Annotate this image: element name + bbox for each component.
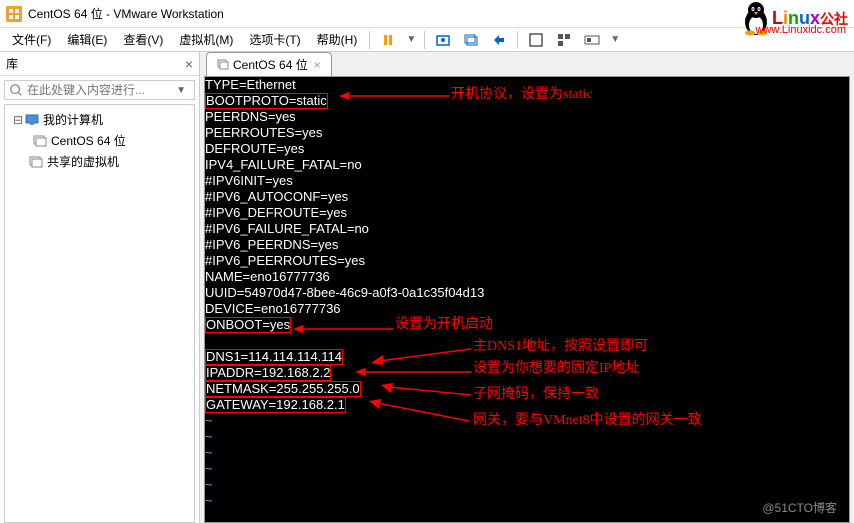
search-box[interactable]: ▼ [4, 80, 195, 100]
snapshot-button[interactable] [431, 30, 455, 50]
window-title: CentOS 64 位 - VMware Workstation [28, 5, 224, 22]
tree-root[interactable]: ⊟ 我的计算机 [9, 109, 190, 130]
tab-close-button[interactable]: × [314, 58, 321, 72]
watermark: @51CTO博客 [762, 500, 837, 516]
sidebar-close-button[interactable]: × [185, 56, 193, 72]
search-icon [9, 83, 23, 97]
titlebar: CentOS 64 位 - VMware Workstation [0, 0, 854, 28]
bootproto-highlight: BOOTPROTO=static [205, 93, 328, 109]
tree-collapse-icon[interactable]: ⊟ [13, 113, 25, 127]
menu-vm[interactable]: 虚拟机(M) [171, 29, 241, 50]
tree-vm-item[interactable]: CentOS 64 位 [9, 130, 190, 151]
library-tree: ⊟ 我的计算机 CentOS 64 位 共享的虚拟机 [4, 104, 195, 523]
tab-vm[interactable]: CentOS 64 位 × [206, 52, 332, 76]
menu-help[interactable]: 帮助(H) [309, 29, 366, 50]
terminal[interactable]: TYPE=Ethernet BOOTPROTO=static PEERDNS=y… [204, 76, 850, 523]
dns1-highlight: DNS1=114.114.114.114 [205, 349, 343, 365]
snapshot-manage-button[interactable] [459, 30, 483, 50]
revert-button[interactable] [487, 30, 511, 50]
menu-file[interactable]: 文件(F) [4, 29, 59, 50]
shared-icon [29, 155, 43, 169]
pause-button[interactable] [376, 30, 400, 50]
menu-view[interactable]: 查看(V) [115, 29, 171, 50]
sidebar: 库 × ▼ ⊟ 我的计算机 CentOS 64 位 共享的虚拟机 [0, 52, 200, 523]
search-input[interactable] [27, 83, 172, 97]
onboot-highlight: ONBOOT=yes [205, 317, 291, 333]
menu-tabs[interactable]: 选项卡(T) [241, 29, 308, 50]
logo-url: www.Linuxidc.com [756, 24, 846, 36]
sidebar-title: 库 [6, 55, 18, 72]
search-dropdown[interactable]: ▼ [172, 85, 190, 96]
content-area: CentOS 64 位 × TYPE=Ethernet BOOTPROTO=st… [200, 52, 854, 523]
fullscreen-button[interactable] [524, 30, 548, 50]
ipaddr-highlight: IPADDR=192.168.2.2 [205, 365, 331, 381]
power-dropdown[interactable]: ▼ [402, 34, 420, 45]
view-dropdown[interactable]: ▼ [606, 34, 624, 45]
gateway-highlight: GATEWAY=192.168.2.1 [205, 397, 346, 413]
tab-bar: CentOS 64 位 × [200, 52, 854, 76]
app-icon [6, 6, 22, 22]
unity-button[interactable] [552, 30, 576, 50]
computer-icon [25, 113, 39, 127]
vm-tab-icon [217, 59, 229, 71]
thumbnail-button[interactable] [580, 30, 604, 50]
netmask-highlight: NETMASK=255.255.255.0 [205, 381, 361, 397]
menu-edit[interactable]: 编辑(E) [59, 29, 115, 50]
menubar: 文件(F) 编辑(E) 查看(V) 虚拟机(M) 选项卡(T) 帮助(H) ▼ … [0, 28, 854, 52]
tree-shared[interactable]: 共享的虚拟机 [9, 151, 190, 172]
vm-icon [33, 134, 47, 148]
